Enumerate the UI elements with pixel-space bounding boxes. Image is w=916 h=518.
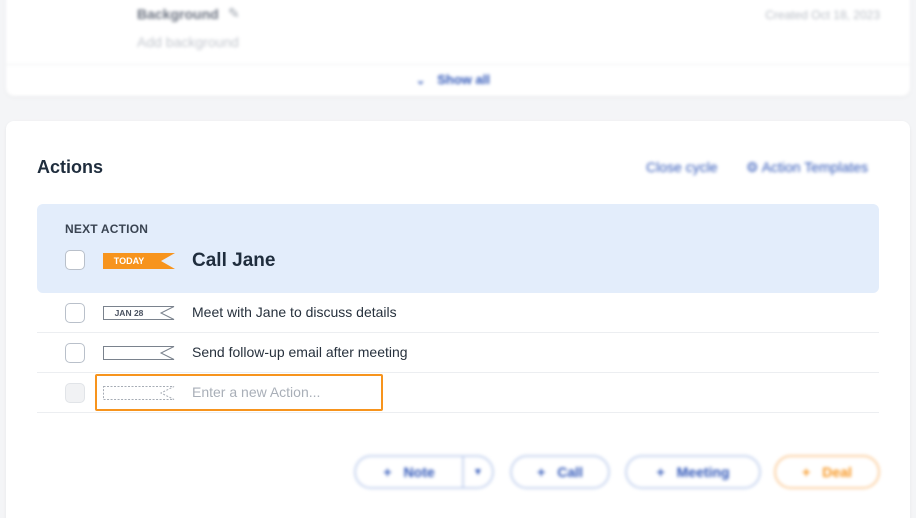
created-date: Created Oct 18, 2023 <box>765 8 880 22</box>
plus-icon: + <box>537 464 546 480</box>
plus-icon: + <box>383 464 392 480</box>
add-call-button[interactable]: + Call <box>510 455 610 489</box>
show-all-link[interactable]: ⌄ Show all <box>416 72 490 87</box>
close-cycle-link[interactable]: Close cycle <box>646 159 718 175</box>
meeting-label: Meeting <box>676 464 730 480</box>
action-date: JAN 28 <box>114 308 144 318</box>
settings-icon: ⚙ <box>746 159 759 175</box>
note-button-group: + Note ▼ <box>354 455 494 489</box>
add-background-field[interactable]: Add background <box>137 34 239 50</box>
add-deal-button[interactable]: + Deal <box>774 455 880 489</box>
today-badge: TODAY <box>113 256 145 266</box>
background-label: Background <box>137 6 219 22</box>
edit-icon[interactable]: ✎ <box>228 5 240 22</box>
next-action-panel: NEXT ACTION TODAY Call Jane <box>37 204 879 293</box>
action-checkbox[interactable] <box>65 343 85 363</box>
call-label: Call <box>557 464 583 480</box>
note-label: Note <box>403 464 435 480</box>
add-note-button[interactable]: + Note <box>356 457 462 487</box>
action-templates-link[interactable]: ⚙ Action Templates <box>746 159 868 176</box>
action-text[interactable]: Meet with Jane to discuss details <box>192 304 397 320</box>
plus-icon: + <box>802 464 811 480</box>
actions-card: Actions Close cycle ⚙ Action Templates N… <box>6 121 910 518</box>
caret-down-icon: ▼ <box>473 466 483 478</box>
next-action-heading: NEXT ACTION <box>65 222 149 236</box>
note-dropdown-button[interactable]: ▼ <box>464 457 492 487</box>
chevron-down-icon: ⌄ <box>416 75 426 87</box>
next-action-title[interactable]: Call Jane <box>192 250 275 272</box>
deal-label: Deal <box>822 464 852 480</box>
action-text[interactable]: Send follow-up email after meeting <box>192 344 408 360</box>
background-card: Background ✎ Created Oct 18, 2023 Add ba… <box>6 0 910 96</box>
show-all-label: Show all <box>437 72 490 87</box>
plus-icon: + <box>656 464 665 480</box>
action-row: JAN 28 Meet with Jane to discuss details <box>37 293 879 333</box>
actions-title: Actions <box>37 157 104 177</box>
divider <box>6 64 910 65</box>
action-checkbox[interactable] <box>65 303 85 323</box>
action-date <box>103 346 155 360</box>
next-action-checkbox[interactable] <box>65 250 85 270</box>
focus-outline <box>95 374 383 411</box>
action-templates-label: Action Templates <box>761 159 869 175</box>
action-buttons: + Note ▼ + Call + Meeting + Deal <box>6 455 910 489</box>
new-action-checkbox <box>65 383 85 403</box>
action-row: Send follow-up email after meeting <box>37 333 879 373</box>
add-meeting-button[interactable]: + Meeting <box>625 455 761 489</box>
